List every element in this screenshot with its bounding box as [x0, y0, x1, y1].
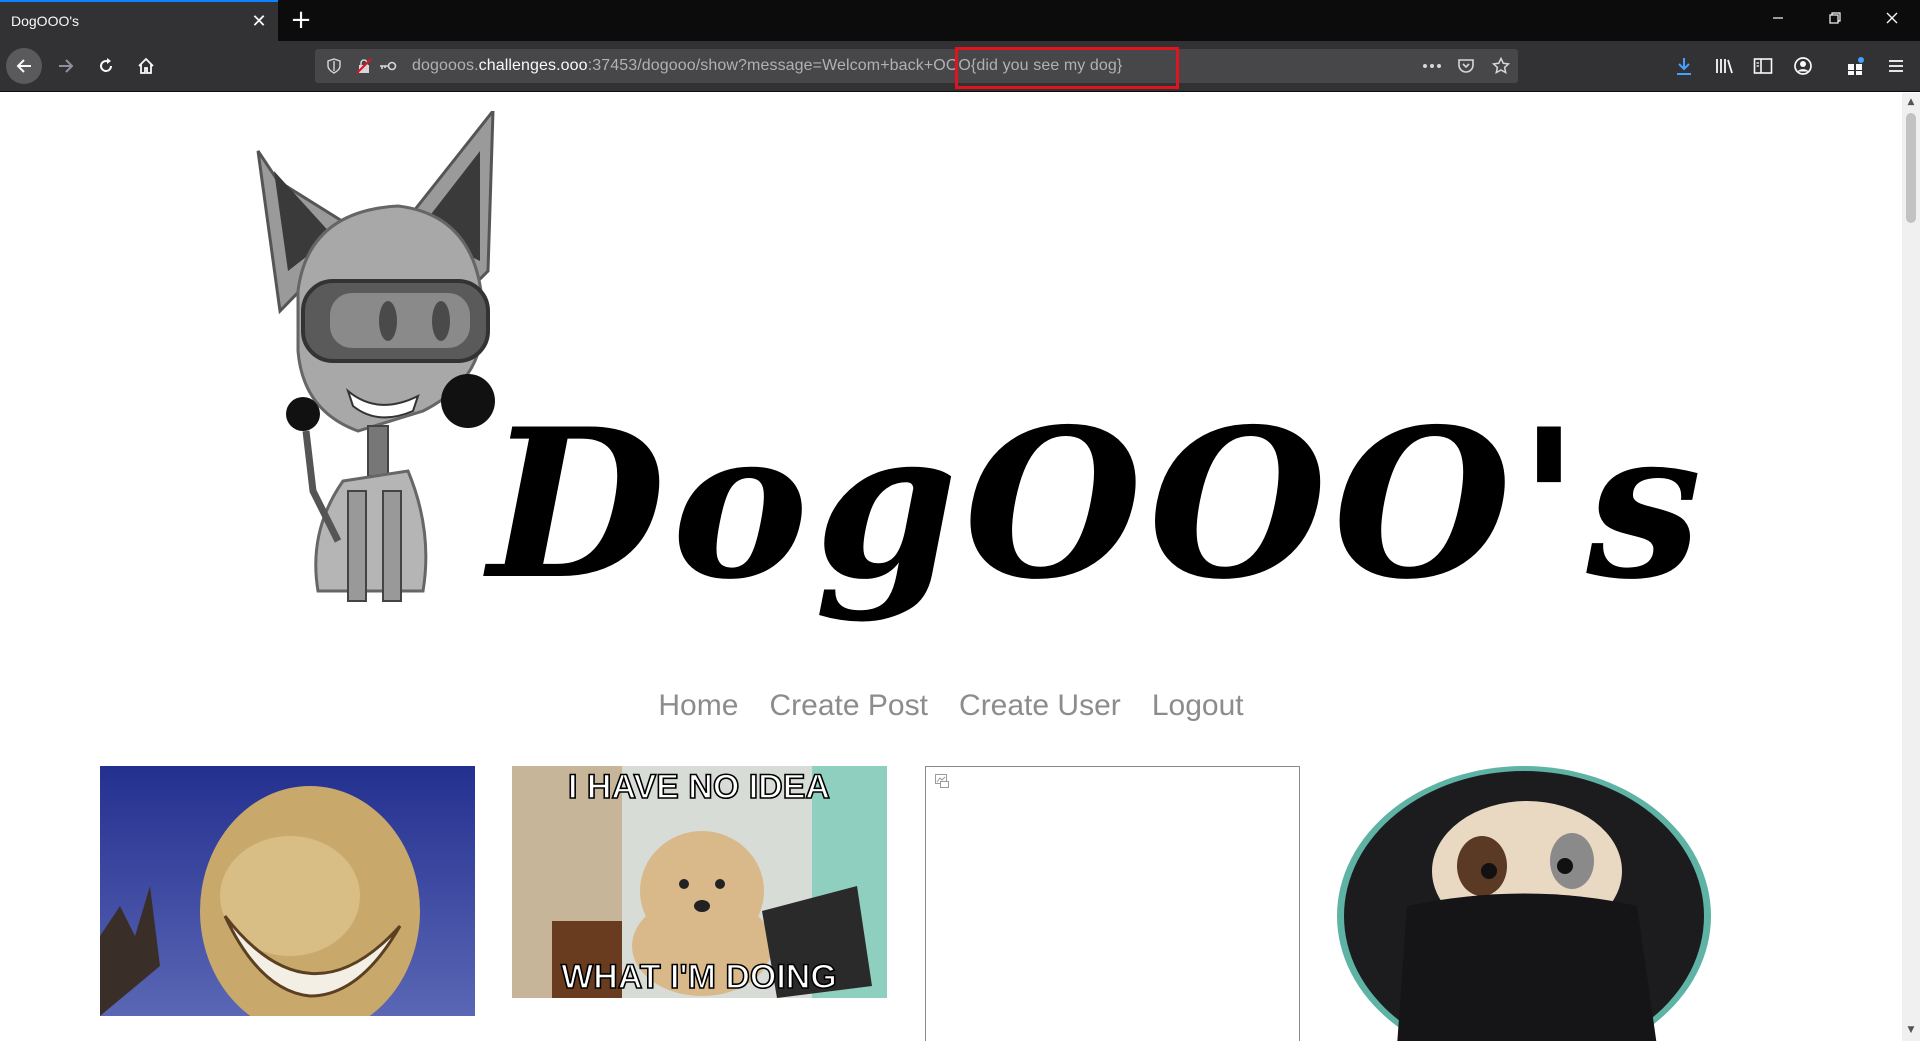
pocket-icon[interactable]	[1455, 55, 1477, 77]
tab-strip: DogOOO's ✕ +	[0, 0, 1920, 41]
reload-button[interactable]	[88, 48, 124, 84]
post-image-peanut[interactable]	[100, 766, 475, 1016]
sidebar-icon[interactable]	[1752, 55, 1774, 77]
insecure-lock-icon[interactable]	[355, 57, 373, 75]
forward-button[interactable]	[48, 48, 84, 84]
url-bar[interactable]: dogooos.challenges.ooo:37453/dogooo/show…	[315, 49, 1518, 83]
site-nav: Home Create Post Create User Logout	[0, 689, 1902, 723]
tab-close-icon[interactable]: ✕	[248, 11, 270, 33]
forward-arrow-icon	[59, 59, 74, 73]
scrollbar-thumb[interactable]	[1906, 113, 1916, 223]
reload-icon	[100, 58, 113, 72]
url-prefix: dogooos.	[412, 57, 479, 74]
tab-title: DogOOO's	[11, 13, 80, 29]
scroll-down-icon[interactable]: ▼	[1906, 1025, 1916, 1035]
menu-hamburger-icon[interactable]	[1885, 55, 1907, 77]
robot-dog-logo-image	[256, 111, 495, 602]
key-icon[interactable]	[377, 57, 399, 75]
back-arrow-icon	[16, 59, 31, 73]
broken-image-icon	[935, 774, 949, 788]
nav-home-link[interactable]: Home	[658, 689, 738, 723]
site-logo-text: DogOOO's	[488, 385, 1708, 625]
navigation-toolbar: dogooos.challenges.ooo:37453/dogooo/show…	[0, 41, 1920, 92]
new-tab-button[interactable]: +	[286, 6, 316, 36]
tab-dogooos[interactable]: DogOOO's ✕	[0, 0, 278, 41]
scroll-up-icon[interactable]: ▲	[1906, 97, 1916, 107]
restore-icon[interactable]	[1815, 6, 1855, 36]
post-image-meme-dog[interactable]: I HAVE NO IDEA WHAT I'M DOING	[512, 766, 887, 998]
close-window-icon[interactable]	[1872, 6, 1912, 36]
url-domain: challenges.ooo	[478, 57, 588, 74]
svg-text:I HAVE NO IDEA: I HAVE NO IDEA	[568, 768, 830, 806]
page-content: DogOOO's Home Create Post Create User Lo…	[0, 93, 1902, 1041]
home-button[interactable]	[128, 48, 164, 84]
tracking-shield-icon[interactable]	[325, 57, 343, 75]
url-flag-highlight	[955, 47, 1179, 89]
bookmark-star-icon[interactable]	[1490, 55, 1512, 77]
back-button[interactable]	[6, 48, 42, 84]
home-icon	[138, 57, 154, 74]
page-actions-icon[interactable]	[1421, 55, 1443, 77]
page-scrollbar[interactable]: ▲ ▼	[1902, 93, 1920, 1041]
library-icon[interactable]	[1713, 55, 1735, 77]
minimize-icon[interactable]	[1758, 6, 1798, 36]
nav-create-post-link[interactable]: Create Post	[770, 689, 928, 723]
nav-create-user-link[interactable]: Create User	[959, 689, 1121, 723]
downloads-icon[interactable]	[1673, 55, 1695, 77]
account-icon[interactable]	[1792, 55, 1814, 77]
nav-logout-link[interactable]: Logout	[1152, 689, 1244, 723]
post-image-ninja-dog[interactable]	[1337, 766, 1712, 1041]
post-image-broken[interactable]	[925, 766, 1300, 1041]
extensions-icon[interactable]	[1845, 55, 1867, 77]
svg-text:WHAT I'M DOING: WHAT I'M DOING	[561, 958, 837, 996]
